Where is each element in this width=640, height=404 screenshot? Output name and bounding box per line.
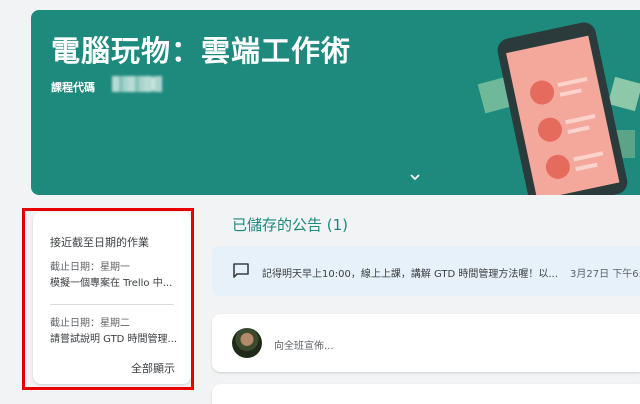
expand-chevron-icon[interactable] (408, 170, 422, 184)
announce-box[interactable]: 向全班宣佈... (212, 314, 640, 372)
announcement-icon (232, 262, 250, 280)
saved-announcement[interactable]: 記得明天早上10:00，線上上課，講解 GTD 時間管理方法喔！以... 3月2… (212, 246, 640, 296)
announce-placeholder[interactable]: 向全班宣佈... (274, 337, 334, 352)
class-code-label: 課程代碼 (51, 81, 95, 94)
class-banner: 電腦玩物：雲端工作術 課程代碼 (31, 10, 640, 195)
class-title: 電腦玩物：雲端工作術 (51, 34, 352, 68)
highlight-box (22, 208, 194, 390)
phone-illustration (477, 22, 640, 195)
saved-announcements-title[interactable]: 已儲存的公告 (1) (232, 214, 348, 235)
announcement-date: 3月27日 下午6:0 (570, 269, 640, 280)
announcement-preview: 記得明天早上10:00，線上上課，講解 GTD 時間管理方法喔！以... (262, 269, 558, 280)
stream-card (212, 384, 640, 404)
avatar (232, 328, 262, 358)
class-code-redacted-end (150, 78, 156, 90)
